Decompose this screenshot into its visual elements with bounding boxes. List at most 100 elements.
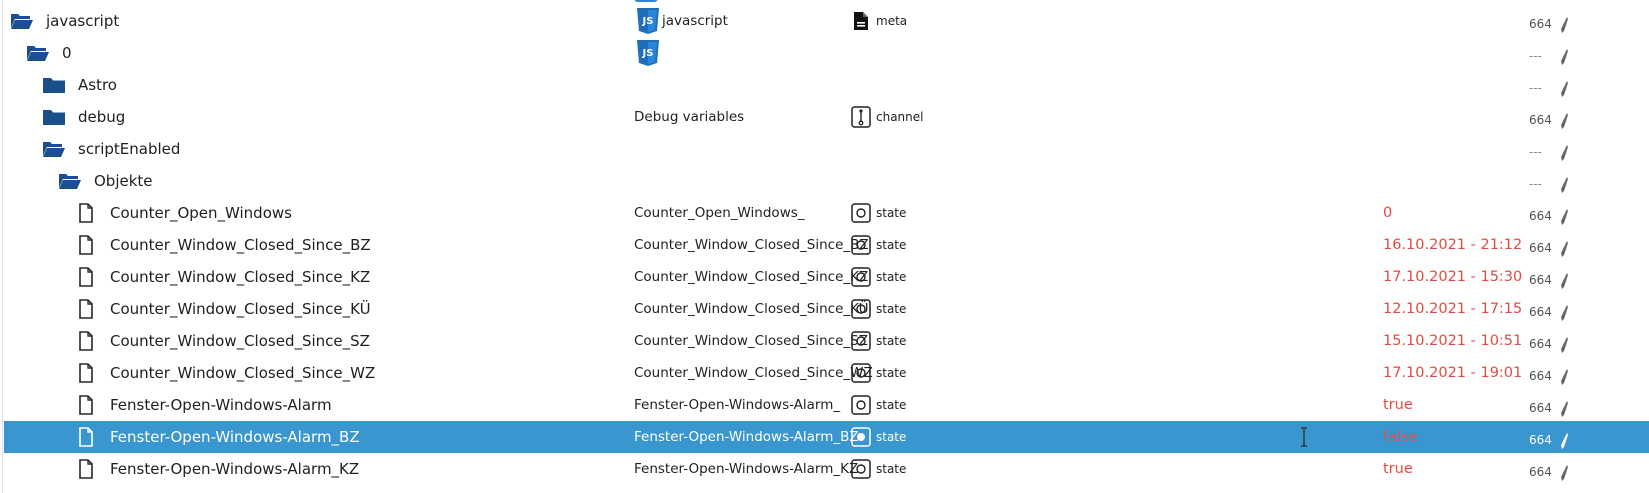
state-value[interactable]: 16.10.2021 - 21:12 [1383,229,1522,261]
edit-icon[interactable] [1561,17,1568,33]
tree-node[interactable]: Counter_Window_Closed_Since_SZ [74,325,370,357]
tree-row[interactable]: 0 JS --- [4,37,1649,69]
folder-open-icon[interactable] [42,139,66,159]
acl-value: 664 [1529,273,1552,287]
node-type: state [851,261,906,293]
edit-icon[interactable] [1561,209,1568,225]
tree-row[interactable]: javascript JS javascript meta 664 [4,5,1649,37]
edit-icon[interactable] [1561,49,1568,65]
acl-value: 664 [1529,401,1552,415]
edit-icon[interactable] [1561,433,1568,449]
tree-node[interactable]: Fenster-Open-Windows-Alarm_BZ [74,421,360,453]
tree-row[interactable]: Counter_Window_Closed_Since_KÜ Counter_Wi… [4,293,1649,325]
tree-node[interactable]: Counter_Open_Windows [74,197,292,229]
file-icon [74,363,98,383]
state-value[interactable]: 0 [1383,197,1392,229]
edit-icon[interactable] [1561,369,1568,385]
acl-value: 664 [1529,433,1552,447]
edit-icon[interactable] [1561,241,1568,257]
file-icon [74,427,98,447]
node-type: state [851,421,906,453]
js-adapter-icon: JS [636,37,664,69]
edit-icon[interactable] [1561,81,1568,97]
acl-value: 664 [1529,241,1552,255]
node-type-label: state [876,334,907,348]
node-type-label: state [876,366,907,380]
edit-icon[interactable] [1561,273,1568,289]
node-type: state [851,325,906,357]
edit-icon[interactable] [1561,145,1568,161]
folder-open-icon[interactable] [10,11,34,31]
tree-row[interactable]: Counter_Window_Closed_Since_KZ Counter_Wi… [4,261,1649,293]
tree-node[interactable]: scriptEnabled [42,133,180,165]
tree-node[interactable]: debug [42,101,125,133]
node-type: meta [851,5,907,37]
node-description: javascript [662,13,728,29]
folder-icon[interactable] [42,107,66,127]
tree-row[interactable]: Astro --- [4,69,1649,101]
edit-icon[interactable] [1561,177,1568,193]
state-icon [851,394,871,416]
tree-row[interactable]: Fenster-Open-Windows-Alarm_KZ Fenster-Ope… [4,453,1649,485]
tree-row[interactable]: Counter_Open_Windows Counter_Open_Windows… [4,197,1649,229]
node-name: Counter_Window_Closed_Since_BZ [110,236,371,254]
tree-node[interactable]: Counter_Window_Closed_Since_KZ [74,261,370,293]
state-icon [851,458,871,480]
folder-open-icon[interactable] [26,43,50,63]
tree-node[interactable]: Astro [42,69,117,101]
edit-icon[interactable] [1561,401,1568,417]
node-name: Counter_Open_Windows [110,204,292,222]
node-description: Counter_Window_Closed_Since_KÜ [634,301,869,317]
state-value[interactable]: true [1383,453,1413,485]
node-type-label: meta [876,14,908,28]
state-value[interactable]: 12.10.2021 - 17:15 [1383,293,1522,325]
tree-node[interactable]: Fenster-Open-Windows-Alarm_KZ [74,453,359,485]
edit-icon[interactable] [1561,465,1568,481]
state-icon [851,426,871,448]
tree-row[interactable]: Fenster-Open-Windows-Alarm Fenster-Open-W… [4,389,1649,421]
file-icon [74,267,98,287]
state-value[interactable]: true [1383,389,1413,421]
tree-node[interactable]: Counter_Window_Closed_Since_WZ [74,357,375,389]
file-text-icon [851,10,871,32]
tree-node[interactable]: Counter_Window_Closed_Since_KÜ [74,293,371,325]
node-name: scriptEnabled [78,140,181,158]
tree-node[interactable]: Objekte [58,165,153,197]
tree-node[interactable]: Fenster-Open-Windows-Alarm [74,389,332,421]
tree-node[interactable]: 0 [26,37,72,69]
node-name: Objekte [94,172,153,190]
tree-node[interactable]: Counter_Window_Closed_Since_BZ [74,229,371,261]
tree-row[interactable]: scriptEnabled --- [4,133,1649,165]
tree-row[interactable]: Objekte --- [4,165,1649,197]
edit-icon[interactable] [1561,337,1568,353]
acl-value: 664 [1529,113,1552,127]
acl-value: 664 [1529,305,1552,319]
node-description: Counter_Window_Closed_Since_WZ [634,365,873,381]
folder-open-icon[interactable] [58,171,82,191]
edit-icon[interactable] [1561,113,1568,129]
js-adapter-icon: JS [636,5,664,37]
tree-row[interactable]: Counter_Window_Closed_Since_BZ Counter_Wi… [4,229,1649,261]
state-value[interactable]: false [1383,421,1418,453]
state-value[interactable]: 15.10.2021 - 10:51 [1383,325,1522,357]
acl-value: 664 [1529,337,1552,351]
channel-icon [851,106,871,128]
node-description: Counter_Window_Closed_Since_BZ [634,237,869,253]
acl-value: 664 [1529,369,1552,383]
tree-row[interactable]: debug Debug variables channel 664 [4,101,1649,133]
tree-row[interactable]: Counter_Window_Closed_Since_WZ Counter_Wi… [4,357,1649,389]
text-cursor-icon [1299,427,1309,447]
state-value[interactable]: 17.10.2021 - 19:01 [1383,357,1522,389]
tree-row[interactable]: Fenster-Open-Windows-Alarm_BZ Fenster-Ope… [4,421,1649,453]
svg-text:JS: JS [642,48,654,59]
tree-row[interactable]: Counter_Window_Closed_Since_SZ Counter_Wi… [4,325,1649,357]
state-icon [851,330,871,352]
edit-icon[interactable] [1561,305,1568,321]
state-icon [851,266,871,288]
state-value[interactable]: 17.10.2021 - 15:30 [1383,261,1522,293]
folder-icon[interactable] [42,75,66,95]
node-type-label: state [876,270,907,284]
tree-node[interactable]: javascript [10,5,119,37]
cropped-badge [634,0,658,2]
node-description: Counter_Window_Closed_Since_SZ [634,333,868,349]
